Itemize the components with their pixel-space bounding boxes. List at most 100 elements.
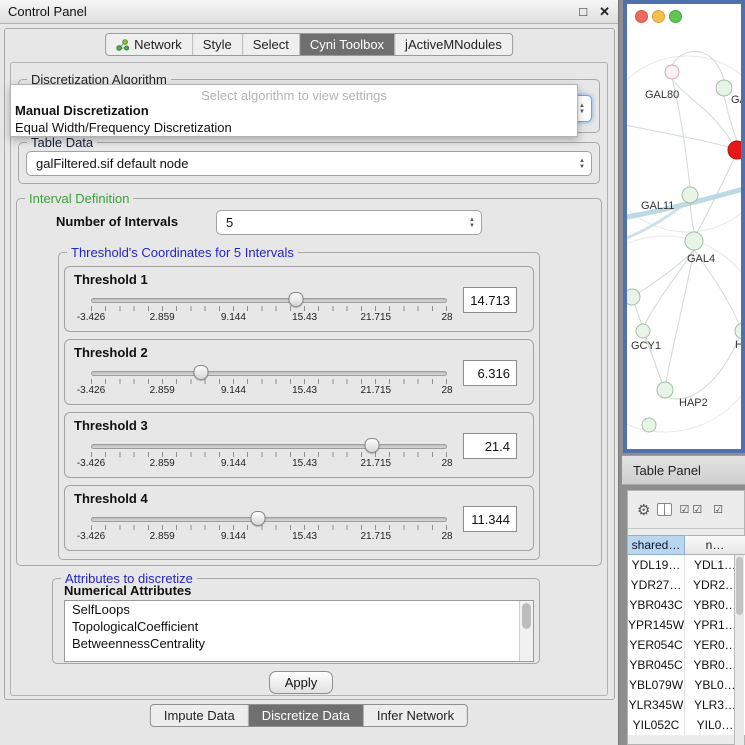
list-item[interactable]: TopologicalCoefficient xyxy=(65,618,533,635)
table-scrollbar[interactable] xyxy=(734,555,744,745)
slider-thumb[interactable] xyxy=(251,511,266,526)
network-edges xyxy=(627,51,741,432)
threshold-value-field[interactable]: 21.4 xyxy=(463,433,517,459)
table-header-row: shared… n… xyxy=(628,535,745,555)
tick-label: 15.43 xyxy=(292,385,317,396)
table-cell[interactable]: YBL079W xyxy=(628,675,685,695)
table-body: YDL19…YDL1…YDR27…YDR2…YBR043CYBR0…YPR145… xyxy=(628,555,745,735)
table-data-group-label: Table Data xyxy=(27,135,97,150)
table-row[interactable]: YDL19…YDL1… xyxy=(628,555,745,575)
table-cell[interactable]: YDL19… xyxy=(628,555,685,575)
tab-jactivemodules[interactable]: jActiveMNodules xyxy=(395,34,512,55)
network-node[interactable] xyxy=(665,65,679,79)
table-cell[interactable]: YDR27… xyxy=(628,575,685,595)
slider-ticks xyxy=(91,306,447,311)
threshold-value-field[interactable]: 14.713 xyxy=(463,287,517,313)
network-node[interactable] xyxy=(685,232,703,250)
table-cell[interactable]: YIL052C xyxy=(628,715,685,735)
apply-button[interactable]: Apply xyxy=(269,671,333,694)
network-node[interactable] xyxy=(642,418,656,432)
algorithm-option-manual[interactable]: Manual Discretization xyxy=(15,103,149,118)
gear-icon[interactable]: ⚙ xyxy=(637,501,650,519)
tab-style[interactable]: Style xyxy=(193,34,243,55)
tick-label: 2.859 xyxy=(150,385,175,396)
table-cell[interactable]: YLR345W xyxy=(628,695,685,715)
minimize-traffic-icon[interactable] xyxy=(652,10,665,23)
columns-icon[interactable] xyxy=(657,503,672,516)
window-titlebar: Control Panel □ ✕ xyxy=(0,0,618,24)
table-row[interactable]: YDR27…YDR2… xyxy=(628,575,745,595)
network-node[interactable] xyxy=(735,323,741,339)
network-node[interactable] xyxy=(627,289,640,305)
list-item[interactable]: SelfLoops xyxy=(65,601,533,618)
select-all-checkbox-icon[interactable]: ☑ xyxy=(679,503,689,516)
network-node[interactable] xyxy=(657,382,673,398)
threshold-slider[interactable]: -3.4262.8599.14415.4321.71528 xyxy=(91,362,447,402)
zoom-traffic-icon[interactable] xyxy=(669,10,682,23)
select-checkbox-icon[interactable]: ☑ xyxy=(692,503,702,516)
slider-thumb[interactable] xyxy=(289,292,304,307)
slider-thumb[interactable] xyxy=(194,365,209,380)
tab-impute-data[interactable]: Impute Data xyxy=(151,705,249,726)
table-row[interactable]: YPR145WYPR1… xyxy=(628,615,745,635)
column-header-shared-name[interactable]: shared… xyxy=(628,535,685,555)
table-row[interactable]: YIL052CYIL0… xyxy=(628,715,745,735)
column-header-name[interactable]: n… xyxy=(685,535,745,555)
threshold-value-field[interactable]: 11.344 xyxy=(463,506,517,532)
table-row[interactable]: YBR045CYBR0… xyxy=(628,655,745,675)
table-scrollbar-thumb[interactable] xyxy=(736,557,743,615)
slider-thumb[interactable] xyxy=(365,438,380,453)
threshold-label: Threshold 2 xyxy=(74,345,148,360)
slider-track[interactable] xyxy=(91,444,447,449)
tab-discretize-data[interactable]: Discretize Data xyxy=(249,705,364,726)
network-canvas[interactable]: GAL80GAGAL11GAL4GCY1HHAP2 xyxy=(627,4,741,449)
table-cell[interactable]: YER054C xyxy=(628,635,685,655)
table-cell[interactable]: YBR043C xyxy=(628,595,685,615)
network-view-window[interactable]: GAL80GAGAL11GAL4GCY1HHAP2 xyxy=(623,0,745,453)
numerical-attributes-list[interactable]: SelfLoopsTopologicalCoefficientBetweenne… xyxy=(64,600,534,662)
slider-tick-labels: -3.4262.8599.14415.4321.71528 xyxy=(91,385,447,397)
table-cell[interactable]: YBR045C xyxy=(628,655,685,675)
list-item[interactable]: BetweennessCentrality xyxy=(65,635,533,652)
threshold-panel: Threshold 3 -3.4262.8599.14415.4321.7152… xyxy=(64,412,534,478)
table-cell[interactable]: YPR145W xyxy=(628,615,685,635)
tab-select[interactable]: Select xyxy=(243,34,300,55)
threshold-value-field[interactable]: 6.316 xyxy=(463,360,517,386)
table-toolbar: ⚙ ☑ ☑ ☑ xyxy=(628,491,744,529)
network-node[interactable] xyxy=(682,187,698,203)
close-traffic-icon[interactable] xyxy=(635,10,648,23)
table-row[interactable]: YER054CYER0… xyxy=(628,635,745,655)
tick-label: 21.715 xyxy=(361,458,392,469)
slider-track[interactable] xyxy=(91,298,447,303)
tick-label: 15.43 xyxy=(292,531,317,542)
list-scrollbar-thumb[interactable] xyxy=(522,603,531,629)
network-node[interactable] xyxy=(636,324,650,338)
minimize-icon[interactable]: □ xyxy=(579,4,587,19)
table-data-combobox[interactable]: galFiltered.sif default node ▲▼ xyxy=(26,151,592,176)
tick-label: 2.859 xyxy=(150,312,175,323)
threshold-slider[interactable]: -3.4262.8599.14415.4321.71528 xyxy=(91,508,447,548)
network-node[interactable] xyxy=(716,80,732,96)
network-node-selected[interactable] xyxy=(728,141,741,159)
num-intervals-value: 5 xyxy=(226,215,233,230)
table-row[interactable]: YBR043CYBR0… xyxy=(628,595,745,615)
algorithm-placeholder: Select algorithm to view settings xyxy=(11,88,577,103)
slider-track[interactable] xyxy=(91,371,447,376)
tab-cyni-toolbox[interactable]: Cyni Toolbox xyxy=(300,34,395,55)
network-node-label: GCY1 xyxy=(631,340,661,352)
function-checkbox-icon[interactable]: ☑ xyxy=(713,503,723,516)
network-node-label: GAL4 xyxy=(687,253,715,265)
table-row[interactable]: YLR345WYLR3… xyxy=(628,695,745,715)
threshold-slider[interactable]: -3.4262.8599.14415.4321.71528 xyxy=(91,289,447,329)
tab-jactivemodules-label: jActiveMNodules xyxy=(405,37,502,52)
tab-network[interactable]: Network xyxy=(106,34,193,55)
table-row[interactable]: YBL079WYBL0… xyxy=(628,675,745,695)
slider-track[interactable] xyxy=(91,517,447,522)
threshold-slider[interactable]: -3.4262.8599.14415.4321.71528 xyxy=(91,435,447,475)
list-scrollbar[interactable] xyxy=(519,601,533,661)
tab-infer-network[interactable]: Infer Network xyxy=(364,705,467,726)
close-icon[interactable]: ✕ xyxy=(599,4,610,20)
tick-label: -3.426 xyxy=(77,458,105,469)
num-intervals-combobox[interactable]: 5 ▲▼ xyxy=(216,210,482,235)
algorithm-option-equal-width[interactable]: Equal Width/Frequency Discretization xyxy=(15,120,232,135)
